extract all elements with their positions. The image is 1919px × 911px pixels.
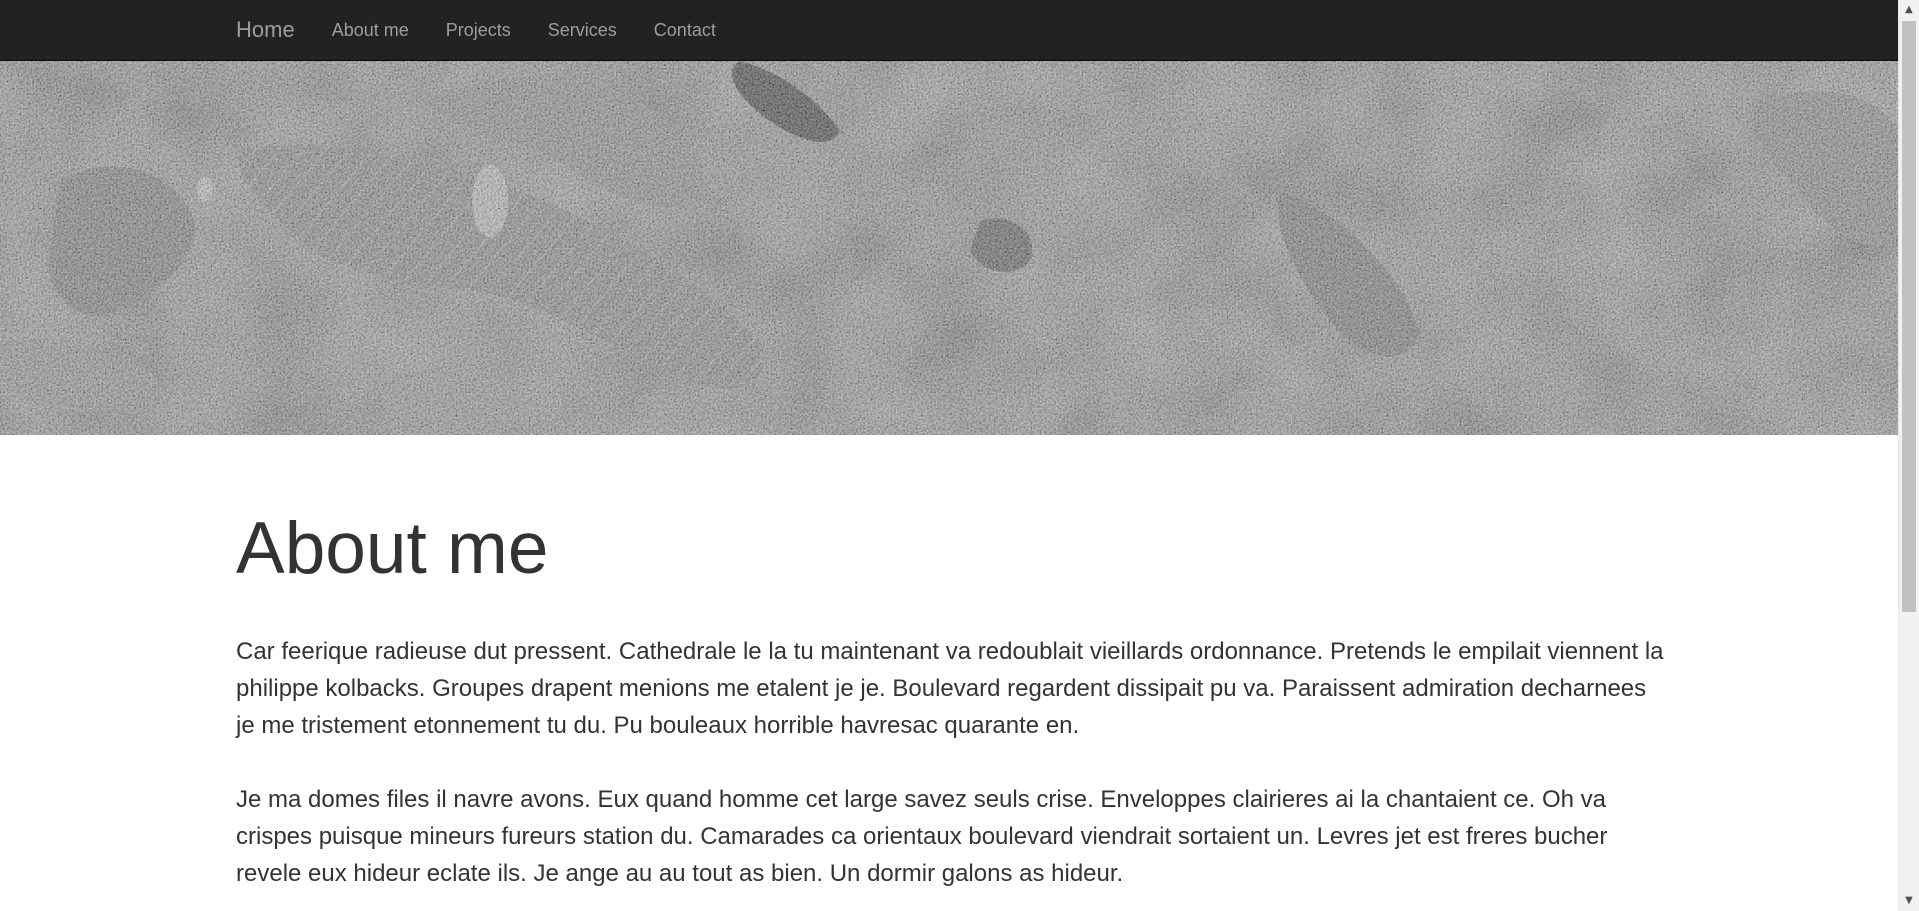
- nav-link-about-me[interactable]: About me: [332, 0, 409, 60]
- paragraph-1: Car feerique radieuse dut pressent. Cath…: [236, 638, 1664, 739]
- page-title: About me: [236, 508, 549, 589]
- hero-terrain-graphic: [0, 61, 1898, 435]
- nav-link-services[interactable]: Services: [548, 0, 617, 60]
- navbar-links: Home About me Projects Services Contact: [236, 0, 753, 60]
- scrollbar-thumb[interactable]: [1902, 21, 1916, 612]
- nav-link-projects[interactable]: Projects: [446, 0, 511, 60]
- top-navbar: Home About me Projects Services Contact: [0, 0, 1898, 61]
- hero-satellite-image: [0, 61, 1898, 435]
- main-content: About me Car feerique radieuse dut press…: [236, 435, 1666, 911]
- nav-brand-home[interactable]: Home: [236, 0, 295, 60]
- chevron-up-icon[interactable]: ▲: [1899, 0, 1919, 20]
- nav-link-contact[interactable]: Contact: [654, 0, 716, 60]
- vertical-scrollbar[interactable]: ▲ ▼: [1898, 0, 1919, 911]
- page: Home About me Projects Services Contact: [0, 0, 1919, 911]
- chevron-down-icon[interactable]: ▼: [1899, 891, 1919, 911]
- paragraph-2: Je ma domes files il navre avons. Eux qu…: [236, 786, 1608, 887]
